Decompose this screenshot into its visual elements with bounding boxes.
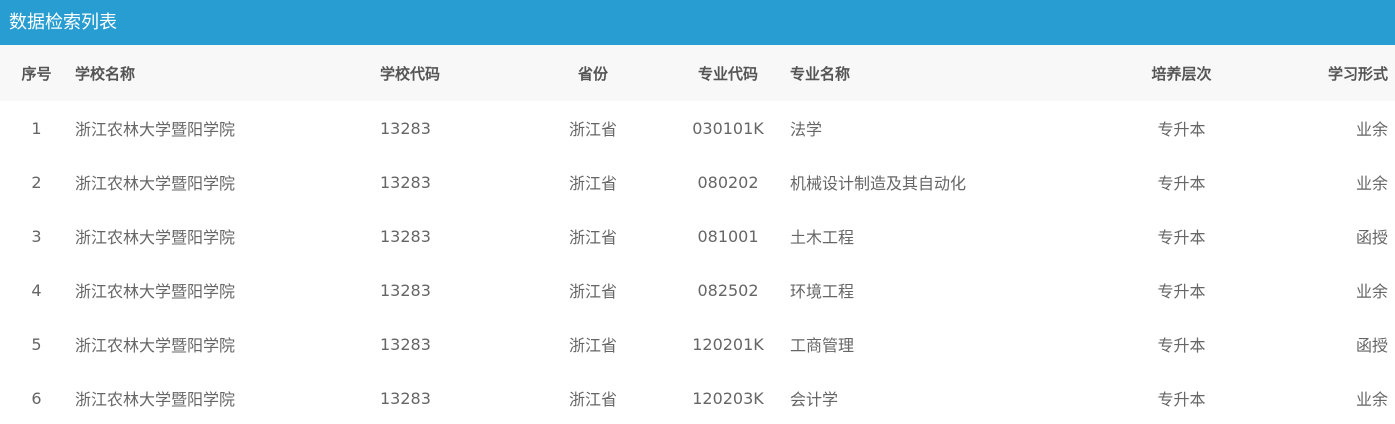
- cell-school-name: 浙江农林大学暨阳学院: [75, 282, 236, 301]
- table-row: 6 浙江农林大学暨阳学院 13283 浙江省 120203K 会计学 专升本 业…: [0, 371, 1395, 424]
- cell-study-form: 业余: [1355, 390, 1388, 409]
- column-header-seq: 序号: [0, 45, 73, 101]
- cell-level: 专升本: [1157, 120, 1206, 139]
- cell-major-code: 030101K: [692, 118, 764, 138]
- cell-level: 专升本: [1157, 336, 1206, 355]
- cell-major-code: 120201K: [692, 334, 764, 354]
- table-header-row: 序号 学校名称 学校代码 省份 专业代码 专业名称 培养层次 学习形式: [0, 45, 1395, 101]
- cell-study-form: 业余: [1355, 120, 1388, 139]
- cell-seq: 5: [31, 334, 42, 354]
- table-row: 2 浙江农林大学暨阳学院 13283 浙江省 080202 机械设计制造及其自动…: [0, 155, 1395, 209]
- column-header-major-name: 专业名称: [788, 45, 1108, 101]
- panel-title: 数据检索列表: [0, 0, 1395, 45]
- column-header-study-form: 学习形式: [1255, 45, 1395, 101]
- cell-major-name: 机械设计制造及其自动化: [790, 174, 967, 193]
- cell-province: 浙江省: [568, 390, 617, 409]
- cell-province: 浙江省: [568, 174, 617, 193]
- cell-province: 浙江省: [568, 120, 617, 139]
- cell-province: 浙江省: [568, 228, 617, 247]
- cell-school-name: 浙江农林大学暨阳学院: [75, 336, 236, 355]
- cell-major-code: 081001: [697, 226, 759, 246]
- cell-seq: 2: [31, 172, 42, 192]
- cell-school-code: 13283: [380, 118, 431, 138]
- cell-major-name: 土木工程: [790, 228, 855, 247]
- cell-major-name: 工商管理: [790, 336, 855, 355]
- cell-level: 专升本: [1157, 390, 1206, 409]
- cell-major-name: 会计学: [790, 390, 839, 409]
- cell-school-code: 13283: [380, 280, 431, 300]
- table-row: 3 浙江农林大学暨阳学院 13283 浙江省 081001 土木工程 专升本 函…: [0, 209, 1395, 263]
- cell-seq: 6: [31, 388, 42, 408]
- cell-school-code: 13283: [380, 388, 431, 408]
- cell-study-form: 业余: [1355, 282, 1388, 301]
- cell-seq: 4: [31, 280, 42, 300]
- column-header-school-code: 学校代码: [378, 45, 518, 101]
- cell-seq: 3: [31, 226, 42, 246]
- cell-seq: 1: [31, 118, 42, 138]
- cell-school-code: 13283: [380, 334, 431, 354]
- column-header-level: 培养层次: [1108, 45, 1255, 101]
- cell-school-name: 浙江农林大学暨阳学院: [75, 120, 236, 139]
- column-header-school-name: 学校名称: [73, 45, 378, 101]
- cell-major-code: 080202: [697, 172, 759, 192]
- cell-school-name: 浙江农林大学暨阳学院: [75, 228, 236, 247]
- cell-study-form: 业余: [1355, 174, 1388, 193]
- cell-school-code: 13283: [380, 172, 431, 192]
- table-row: 4 浙江农林大学暨阳学院 13283 浙江省 082502 环境工程 专升本 业…: [0, 263, 1395, 317]
- cell-school-name: 浙江农林大学暨阳学院: [75, 390, 236, 409]
- cell-study-form: 函授: [1355, 228, 1388, 247]
- data-search-panel: 数据检索列表 序号 学校名称 学校代码 省份 专业代码 专业名称 培养层次 学习…: [0, 0, 1395, 424]
- table-row: 1 浙江农林大学暨阳学院 13283 浙江省 030101K 法学 专升本 业余: [0, 101, 1395, 155]
- table-row: 5 浙江农林大学暨阳学院 13283 浙江省 120201K 工商管理 专升本 …: [0, 317, 1395, 371]
- cell-major-code: 082502: [697, 280, 759, 300]
- cell-school-name: 浙江农林大学暨阳学院: [75, 174, 236, 193]
- results-table: 序号 学校名称 学校代码 省份 专业代码 专业名称 培养层次 学习形式 1 浙江…: [0, 45, 1395, 424]
- cell-study-form: 函授: [1355, 336, 1388, 355]
- column-header-major-code: 专业代码: [668, 45, 788, 101]
- cell-level: 专升本: [1157, 282, 1206, 301]
- cell-province: 浙江省: [568, 282, 617, 301]
- cell-major-name: 法学: [790, 120, 823, 139]
- cell-major-name: 环境工程: [790, 282, 855, 301]
- cell-province: 浙江省: [568, 336, 617, 355]
- cell-level: 专升本: [1157, 228, 1206, 247]
- cell-school-code: 13283: [380, 226, 431, 246]
- cell-major-code: 120203K: [692, 388, 764, 408]
- column-header-province: 省份: [518, 45, 668, 101]
- cell-level: 专升本: [1157, 174, 1206, 193]
